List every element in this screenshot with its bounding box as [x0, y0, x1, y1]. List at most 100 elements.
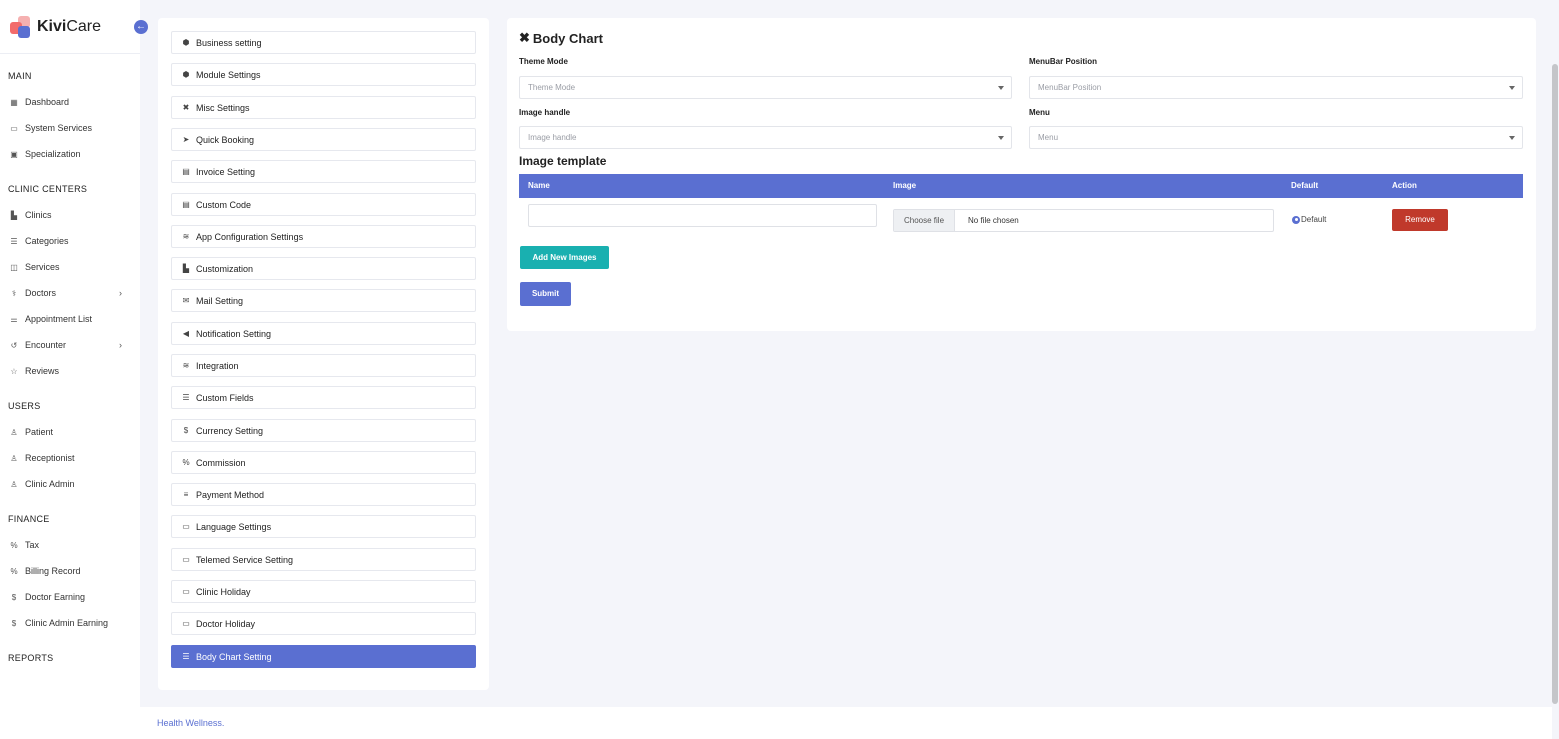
- sidebar-item-label: System Services: [25, 123, 93, 133]
- menu-placeholder: Menu: [1038, 133, 1059, 142]
- add-new-images-button[interactable]: Add New Images: [520, 246, 609, 269]
- sidebar-item-label: Billing Record: [25, 566, 81, 576]
- monitor-icon: ▭: [10, 123, 18, 133]
- sidebar-item-categories[interactable]: ☰ Categories: [0, 228, 140, 254]
- sidebar-item-system-services[interactable]: ▭ System Services: [0, 115, 140, 141]
- sidebar-item-label: Doctor Earning: [25, 592, 86, 602]
- settings-menu-item-integration[interactable]: ≋ Integration: [171, 354, 476, 377]
- settings-menu-item-commission[interactable]: % Commission: [171, 451, 476, 474]
- choose-file-button[interactable]: Choose file: [894, 210, 956, 231]
- settings-menu-item-app-configuration-settings[interactable]: ≋ App Configuration Settings: [171, 225, 476, 248]
- bars-icon: ☰: [182, 393, 190, 402]
- dollar-icon: $: [11, 592, 17, 602]
- settings-menu-item-clinic-holiday[interactable]: ▭ Clinic Holiday: [171, 580, 476, 603]
- sidebar-item-clinic-admin-earning[interactable]: $ Clinic Admin Earning: [0, 610, 140, 636]
- settings-menu-item-label: Custom Code: [196, 199, 252, 210]
- sidebar-item-clinic-admin[interactable]: ♙ Clinic Admin: [0, 471, 140, 497]
- sidebar-item-patient[interactable]: ♙ Patient: [0, 419, 140, 445]
- cube-icon: ⬢: [182, 38, 190, 47]
- caret-down-icon: [1509, 136, 1515, 140]
- sliders-icon: ≋: [182, 232, 190, 241]
- chevron-right-icon[interactable]: ›: [119, 340, 122, 350]
- menu-select[interactable]: Menu: [1029, 126, 1523, 149]
- sidebar-item-label: Clinic Admin: [25, 479, 75, 489]
- sidebar-item-label: Clinic Admin Earning: [25, 618, 109, 628]
- cube-icon: ⬢: [182, 70, 190, 79]
- theme-mode-select[interactable]: Theme Mode: [519, 76, 1012, 99]
- settings-menu-item-payment-method[interactable]: ≡ Payment Method: [171, 483, 476, 506]
- building-icon: ▣: [10, 149, 18, 159]
- settings-menu-item-doctor-holiday[interactable]: ▭ Doctor Holiday: [171, 612, 476, 635]
- settings-menu-item-label: Misc Settings: [196, 102, 250, 113]
- settings-menu-item-notification-setting[interactable]: ◀ Notification Setting: [171, 322, 476, 345]
- sidebar-item-label: Dashboard: [25, 97, 70, 107]
- sidebar-item-appointment-list[interactable]: ⚌ Appointment List: [0, 306, 140, 332]
- sidebar-item-encounter[interactable]: ↺ Encounter ›: [0, 332, 140, 358]
- page-title-text: Body Chart: [532, 30, 603, 46]
- settings-menu-item-custom-code[interactable]: ▤ Custom Code: [171, 193, 476, 216]
- user-icon: ♙: [10, 453, 18, 463]
- settings-menu-item-module-settings[interactable]: ⬢ Module Settings: [171, 63, 476, 86]
- sidebar-item-doctors[interactable]: ⚕ Doctors ›: [0, 280, 140, 306]
- settings-menu-item-label: Currency Setting: [196, 425, 264, 436]
- settings-menu-item-label: Doctor Holiday: [196, 618, 256, 629]
- footer: Health Wellness.: [140, 707, 1552, 739]
- chevron-right-icon[interactable]: ›: [119, 288, 122, 298]
- settings-menu-item-customization[interactable]: ▙ Customization: [171, 257, 476, 280]
- footer-link[interactable]: Health Wellness.: [157, 718, 224, 728]
- column-header-default: Default: [1291, 181, 1319, 190]
- sidebar-item-receptionist[interactable]: ♙ Receptionist: [0, 445, 140, 471]
- sidebar-item-reviews[interactable]: ☆ Reviews: [0, 358, 140, 384]
- settings-menu-item-telemed-service-setting[interactable]: ▭ Telemed Service Setting: [171, 548, 476, 571]
- image-handle-select[interactable]: Image handle: [519, 126, 1012, 149]
- default-radio[interactable]: Default: [1292, 215, 1326, 224]
- settings-menu-item-mail-setting[interactable]: ✉ Mail Setting: [171, 289, 476, 312]
- settings-menu-item-label: Body Chart Setting: [196, 651, 272, 662]
- grid-icon: ▦: [10, 97, 18, 107]
- image-handle-placeholder: Image handle: [528, 133, 577, 142]
- sidebar-item-label: Categories: [25, 236, 69, 246]
- settings-menu-item-label: Custom Fields: [196, 392, 254, 403]
- settings-menu-item-business-setting[interactable]: ⬢ Business setting: [171, 31, 476, 54]
- settings-menu-item-invoice-setting[interactable]: ▤ Invoice Setting: [171, 160, 476, 183]
- remove-button[interactable]: Remove: [1392, 209, 1448, 231]
- paper-plane-icon: ➤: [182, 135, 190, 144]
- sidebar-item-tax[interactable]: % Tax: [0, 532, 140, 558]
- file-icon: ▤: [182, 167, 190, 176]
- sidebar-item-label: Reviews: [25, 366, 60, 376]
- menubar-position-placeholder: MenuBar Position: [1038, 83, 1102, 92]
- settings-menu-panel: ⬢ Business setting ⬢ Module Settings ✖ Misc S…: [158, 18, 489, 690]
- settings-menu-item-label: Payment Method: [196, 489, 265, 500]
- settings-menu-item-language-settings[interactable]: ▭ Language Settings: [171, 515, 476, 538]
- history-icon: ↺: [10, 340, 18, 350]
- sidebar-item-doctor-earning[interactable]: $ Doctor Earning: [0, 584, 140, 610]
- settings-menu-item-label: Business setting: [196, 37, 262, 48]
- submit-button[interactable]: Submit: [520, 282, 571, 306]
- settings-menu-item-label: Quick Booking: [196, 134, 255, 145]
- settings-menu-item-body-chart-setting[interactable]: ☰ Body Chart Setting: [171, 645, 476, 668]
- id-card-icon: ▭: [182, 555, 190, 564]
- sidebar-item-dashboard[interactable]: ▦ Dashboard: [0, 89, 140, 115]
- settings-menu-item-misc-settings[interactable]: ✖ Misc Settings: [171, 96, 476, 119]
- sidebar-item-specialization[interactable]: ▣ Specialization: [0, 141, 140, 167]
- settings-menu-item-custom-fields[interactable]: ☰ Custom Fields: [171, 386, 476, 409]
- brand[interactable]: KiviCare: [0, 0, 140, 54]
- page-scrollbar-thumb[interactable]: [1552, 64, 1558, 704]
- caret-down-icon: [1509, 86, 1515, 90]
- sidebar-item-billing-record[interactable]: % Billing Record: [0, 558, 140, 584]
- sidebar-item-label: Appointment List: [25, 314, 93, 324]
- caret-down-icon: [998, 86, 1004, 90]
- sidebar-collapse-button[interactable]: ←: [134, 20, 148, 34]
- sidebar-item-services[interactable]: ◫ Services: [0, 254, 140, 280]
- sidebar-item-label: Tax: [25, 540, 40, 550]
- percent-icon: %: [182, 458, 190, 467]
- column-header-action: Action: [1392, 181, 1417, 190]
- image-file-input[interactable]: Choose file No file chosen: [893, 209, 1274, 232]
- menubar-position-select[interactable]: MenuBar Position: [1029, 76, 1523, 99]
- sidebar-item-clinics[interactable]: ▙ Clinics: [0, 202, 140, 228]
- settings-menu-item-quick-booking[interactable]: ➤ Quick Booking: [171, 128, 476, 151]
- envelope-icon: ✉: [182, 296, 190, 305]
- settings-menu-item-currency-setting[interactable]: $ Currency Setting: [171, 419, 476, 442]
- image-name-input[interactable]: [528, 204, 877, 227]
- dollar-icon: $: [11, 618, 17, 628]
